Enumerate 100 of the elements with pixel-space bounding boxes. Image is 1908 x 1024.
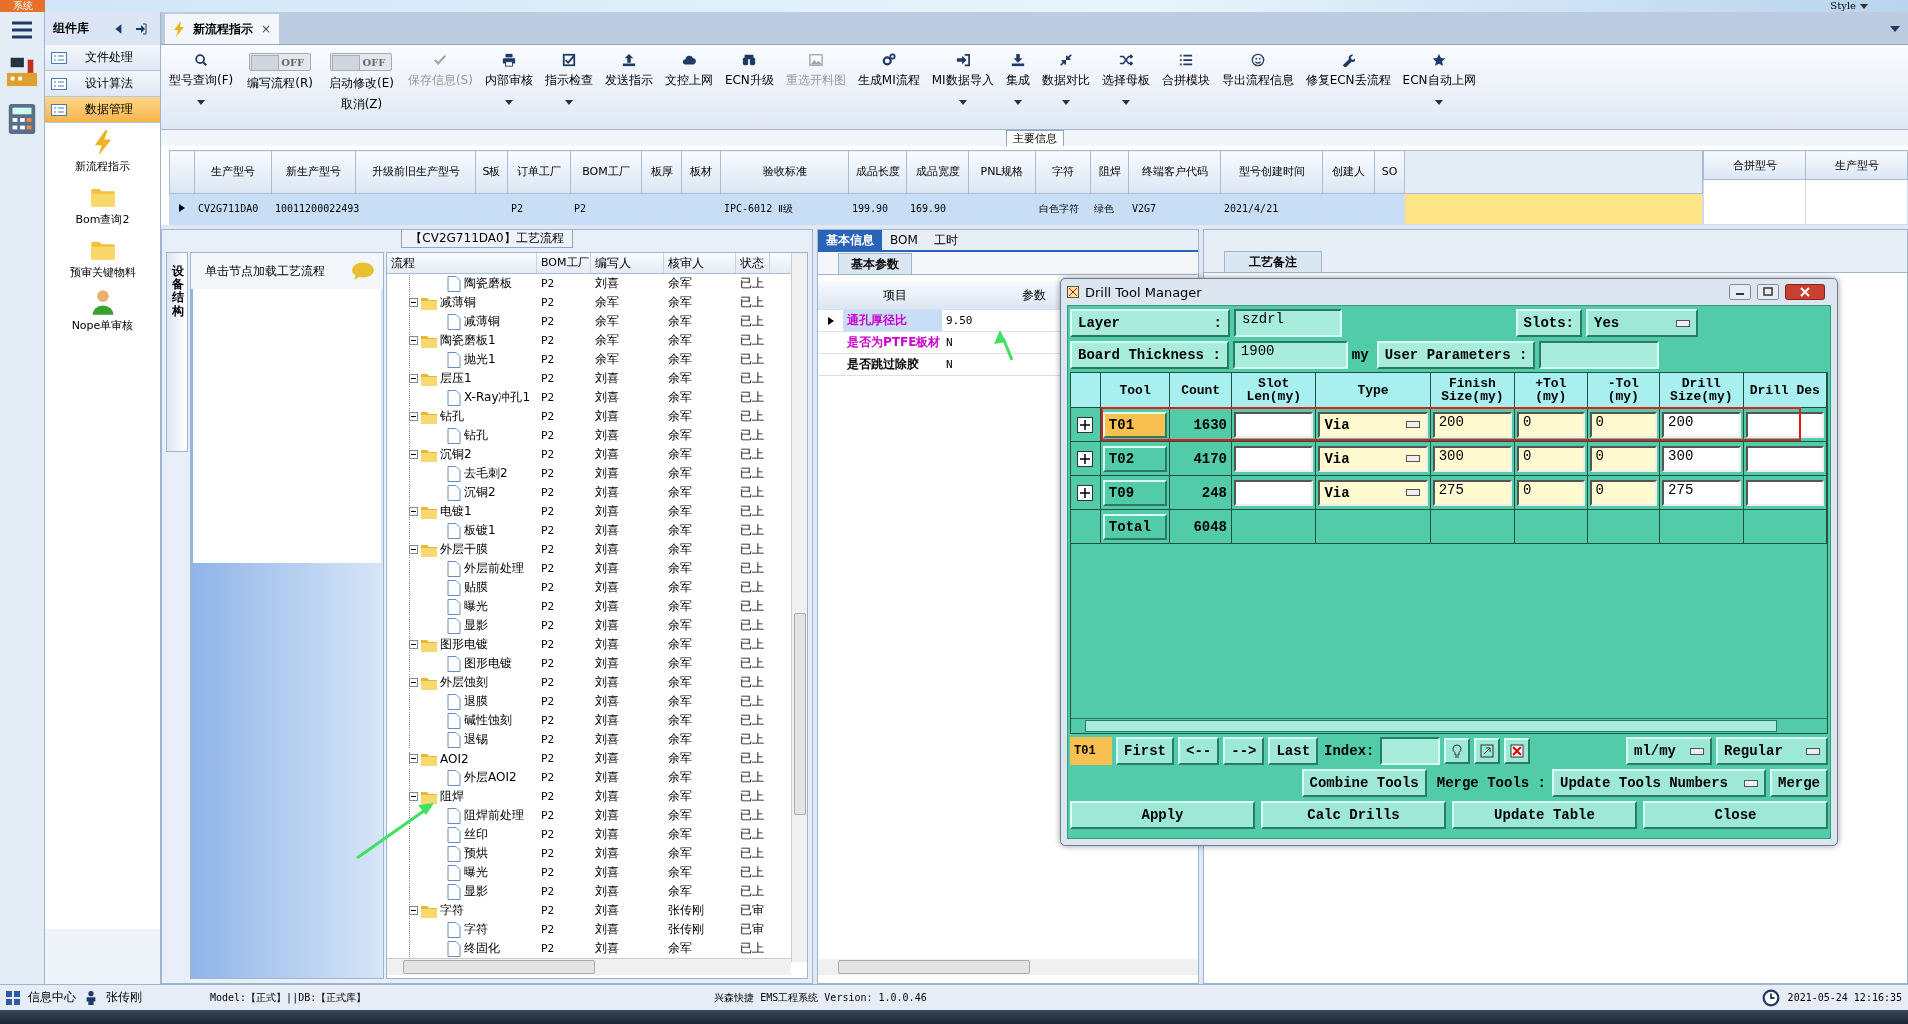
tile-label[interactable]: Bom查询2	[75, 212, 130, 227]
tree-node[interactable]: 阻焊	[440, 788, 464, 805]
caret-icon[interactable]	[1860, 3, 1868, 9]
toolbar-button[interactable]: ECN升级	[720, 53, 778, 89]
column-header[interactable]: 生产型号	[1805, 150, 1908, 180]
scrollbar-thumb[interactable]	[838, 960, 1030, 975]
column-header[interactable]: 新生产型号	[271, 150, 356, 194]
collapse-icon[interactable]	[409, 507, 418, 516]
minus-tolerance-field[interactable]: 0	[1589, 411, 1658, 438]
tree-node[interactable]: 抛光1	[464, 351, 496, 368]
document-tab[interactable]: 新流程指示	[165, 14, 261, 44]
column-header[interactable]: 阻焊	[1090, 150, 1129, 194]
collapse-icon[interactable]	[409, 640, 418, 649]
tool-button[interactable]: T02	[1102, 445, 1168, 472]
collapse-icon[interactable]	[409, 754, 418, 763]
navigation-button[interactable]: First	[1116, 737, 1174, 765]
tree-node[interactable]: 丝印	[464, 826, 488, 843]
tile-label[interactable]: 新流程指示	[75, 159, 130, 174]
tree-node[interactable]: 外层蚀刻	[440, 674, 488, 691]
close-button[interactable]	[1785, 284, 1825, 300]
panel-tab[interactable]: 基本信息	[818, 230, 882, 250]
collapse-icon[interactable]	[409, 906, 418, 915]
tree-node[interactable]: 陶瓷磨板	[464, 275, 512, 292]
toolbar-button[interactable]: 修复ECN丢流程	[1301, 53, 1395, 89]
tree-node[interactable]: 减薄铜	[440, 294, 476, 311]
exit-icon[interactable]	[135, 22, 147, 35]
finish-size-field[interactable]: 275	[1432, 479, 1513, 506]
type-dropdown[interactable]: Via	[1318, 411, 1428, 438]
column-header[interactable]: BOM工厂	[570, 150, 642, 194]
type-dropdown[interactable]: Via	[1318, 445, 1428, 472]
column-header[interactable]: 板厚	[641, 150, 682, 194]
tree-node[interactable]: 字符	[464, 921, 488, 938]
tree-node[interactable]: 图形电镀	[440, 636, 488, 653]
plus-tolerance-field[interactable]: 0	[1517, 479, 1585, 506]
column-header[interactable]: 升级前旧生产型号	[355, 150, 476, 194]
toolbar-button[interactable]: 合拼模块	[1157, 53, 1214, 89]
bulb-icon[interactable]	[1444, 738, 1471, 764]
status-text[interactable]: 信息中心	[28, 989, 76, 1006]
caret-icon[interactable]	[1890, 26, 1900, 32]
tile-label[interactable]: Nope单审核	[71, 318, 134, 333]
column-header[interactable]: 板材	[681, 150, 721, 194]
drill-size-field[interactable]: 275	[1662, 479, 1741, 506]
column-header[interactable]: 终端客户代码	[1128, 150, 1221, 194]
panel-tab[interactable]: BOM	[882, 230, 926, 250]
collapse-icon[interactable]	[409, 374, 418, 383]
dialog-button[interactable]: Close	[1643, 801, 1828, 829]
layer-field[interactable]: szdrl	[1234, 309, 1342, 337]
tree-node[interactable]: AOI2	[440, 751, 469, 766]
tree-node[interactable]: 图形电镀	[464, 655, 512, 672]
column-header[interactable]: 流程	[387, 253, 537, 273]
tree-node[interactable]: 阻焊前处理	[464, 807, 524, 824]
column-header[interactable]: 成品宽度	[906, 150, 969, 194]
tree-node[interactable]: 钻孔	[464, 427, 488, 444]
tree-node[interactable]: 退锡	[464, 731, 488, 748]
close-tab-button[interactable]: ×	[261, 14, 280, 44]
toolbar-button[interactable]: 导出流程信息	[1217, 53, 1298, 89]
column-header[interactable]: S板	[475, 150, 508, 194]
tree-node[interactable]: 显影	[464, 617, 488, 634]
scrollbar-thumb[interactable]	[403, 960, 595, 974]
panel-tab[interactable]: 工艺备注	[1224, 251, 1322, 272]
expand-icon[interactable]	[1077, 450, 1094, 467]
tree-node[interactable]: 终固化	[464, 940, 500, 957]
grid-icon[interactable]	[6, 990, 20, 1005]
merge-button[interactable]: Merge	[1770, 769, 1828, 797]
collapse-icon[interactable]	[409, 336, 418, 345]
column-header[interactable]: 成品长度	[848, 150, 907, 194]
slots-dropdown[interactable]: Yes	[1586, 309, 1698, 337]
scrollbar-thumb[interactable]	[1085, 720, 1777, 732]
slot-length-field[interactable]	[1234, 479, 1314, 506]
side-tab[interactable]: 设备结构	[166, 252, 188, 452]
sub-tab[interactable]: 基本参数	[838, 253, 912, 274]
column-header[interactable]: BOM工厂	[537, 253, 591, 273]
column-header[interactable]: 生产型号	[194, 150, 272, 194]
sidebar-item[interactable]: 设计算法	[45, 71, 160, 97]
tree-node[interactable]: 减薄铜	[464, 313, 500, 330]
toolbar-button[interactable]: 发送指示	[600, 53, 657, 89]
tree-node[interactable]: 显影	[464, 883, 488, 900]
collapse-icon[interactable]	[409, 792, 418, 801]
minus-tolerance-field[interactable]: 0	[1589, 445, 1658, 472]
toolbar-button[interactable]: 内部审核	[480, 53, 537, 105]
toolbar-button[interactable]: MI数据导入	[927, 53, 998, 105]
panel-tab[interactable]: 工时	[925, 230, 966, 250]
collapse-icon[interactable]	[409, 545, 418, 554]
column-header[interactable]: PNL规格	[968, 150, 1036, 194]
toolbar-button[interactable]: 选择母板	[1097, 53, 1154, 105]
slot-length-field[interactable]	[1234, 445, 1314, 472]
tree-node[interactable]: 退膜	[464, 693, 488, 710]
expand-icon[interactable]	[1077, 416, 1094, 433]
column-header[interactable]: 订单工厂	[507, 150, 571, 194]
toolbar-button[interactable]: 集成	[1001, 53, 1034, 105]
navigation-button[interactable]: Last	[1268, 737, 1319, 765]
tree-node[interactable]: 曝光	[464, 598, 488, 615]
toolbar-button[interactable]: 指示检查	[540, 53, 597, 105]
drill-description-field[interactable]	[1745, 479, 1824, 506]
minus-tolerance-field[interactable]: 0	[1589, 479, 1658, 506]
scrollbar-thumb[interactable]	[794, 613, 806, 815]
column-header[interactable]: 型号创建时间	[1220, 150, 1323, 194]
sidebar-item[interactable]: 数据管理	[45, 97, 160, 123]
collapse-icon[interactable]	[409, 678, 418, 687]
plus-tolerance-field[interactable]: 0	[1517, 411, 1585, 438]
